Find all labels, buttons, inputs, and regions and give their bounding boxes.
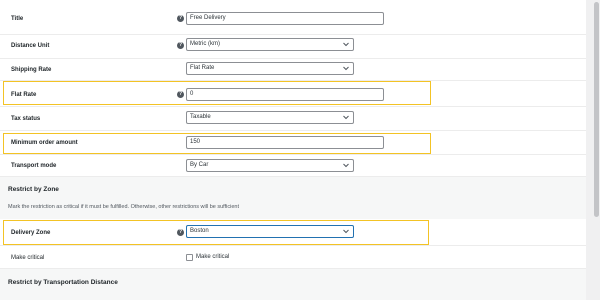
title-input-value: Free Delivery: [190, 15, 226, 21]
help-icon[interactable]: ?: [177, 91, 184, 98]
row-tax-status: Tax status Taxable: [0, 107, 586, 131]
row-distance-unit: Distance Unit ? Metric (km): [0, 35, 586, 59]
row-transport-mode: Transport mode By Car: [0, 155, 586, 177]
distance-section-title: Restrict by Transportation Distance: [8, 279, 118, 286]
distance-unit-value: Metric (km): [190, 41, 220, 47]
help-icon[interactable]: ?: [177, 42, 184, 49]
transport-mode-value: By Car: [190, 162, 209, 168]
zone-section-description: Mark the restriction as critical if it m…: [8, 204, 239, 210]
zone-section-header: Restrict by Zone Mark the restriction as…: [0, 177, 586, 219]
help-icon[interactable]: ?: [177, 229, 184, 236]
transport-mode-select[interactable]: By Car: [186, 159, 354, 172]
title-label: Title: [11, 16, 24, 22]
delivery-zone-select[interactable]: Boston: [186, 225, 354, 238]
chevron-down-icon: [343, 42, 349, 47]
shipping-rate-value: Flat Rate: [190, 65, 215, 71]
zone-section-title: Restrict by Zone: [8, 186, 59, 193]
min-order-value: 150: [190, 139, 201, 145]
row-flat-rate: Flat Rate ? 0: [0, 81, 586, 107]
flat-rate-value: 0: [190, 91, 194, 97]
row-min-order: Minimum order amount 150: [0, 131, 586, 155]
row-shipping-rate: Shipping Rate Flat Rate: [0, 59, 586, 81]
row-title: Title ? Free Delivery: [0, 0, 586, 35]
min-order-input[interactable]: 150: [186, 136, 384, 149]
chevron-down-icon: [343, 115, 349, 120]
flat-rate-input[interactable]: 0: [186, 88, 384, 101]
tax-status-value: Taxable: [190, 114, 211, 120]
shipping-rate-label: Shipping Rate: [11, 67, 52, 73]
shipping-rate-select[interactable]: Flat Rate: [186, 62, 354, 75]
distance-unit-select[interactable]: Metric (km): [186, 38, 354, 51]
chevron-down-icon: [343, 229, 349, 234]
distance-section-header: Restrict by Transportation Distance: [0, 269, 586, 300]
make-critical-checkbox-label[interactable]: Make critical: [196, 254, 229, 260]
make-critical-label: Make critical: [11, 255, 45, 261]
chevron-down-icon: [343, 66, 349, 71]
make-critical-checkbox[interactable]: [186, 254, 193, 261]
title-input[interactable]: Free Delivery: [186, 12, 384, 25]
help-icon[interactable]: ?: [177, 15, 184, 22]
row-make-critical: Make critical Make critical: [0, 246, 586, 269]
delivery-zone-value: Boston: [190, 228, 209, 234]
row-delivery-zone: Delivery Zone ? Boston: [0, 219, 586, 246]
scrollbar-thumb[interactable]: [594, 2, 599, 217]
distance-unit-label: Distance Unit: [11, 43, 50, 49]
flat-rate-label: Flat Rate: [11, 92, 37, 98]
delivery-zone-label: Delivery Zone: [11, 230, 51, 236]
tax-status-select[interactable]: Taxable: [186, 111, 354, 124]
min-order-label: Minimum order amount: [11, 140, 78, 146]
tax-status-label: Tax status: [11, 116, 41, 122]
chevron-down-icon: [343, 163, 349, 168]
transport-mode-label: Transport mode: [11, 163, 57, 169]
